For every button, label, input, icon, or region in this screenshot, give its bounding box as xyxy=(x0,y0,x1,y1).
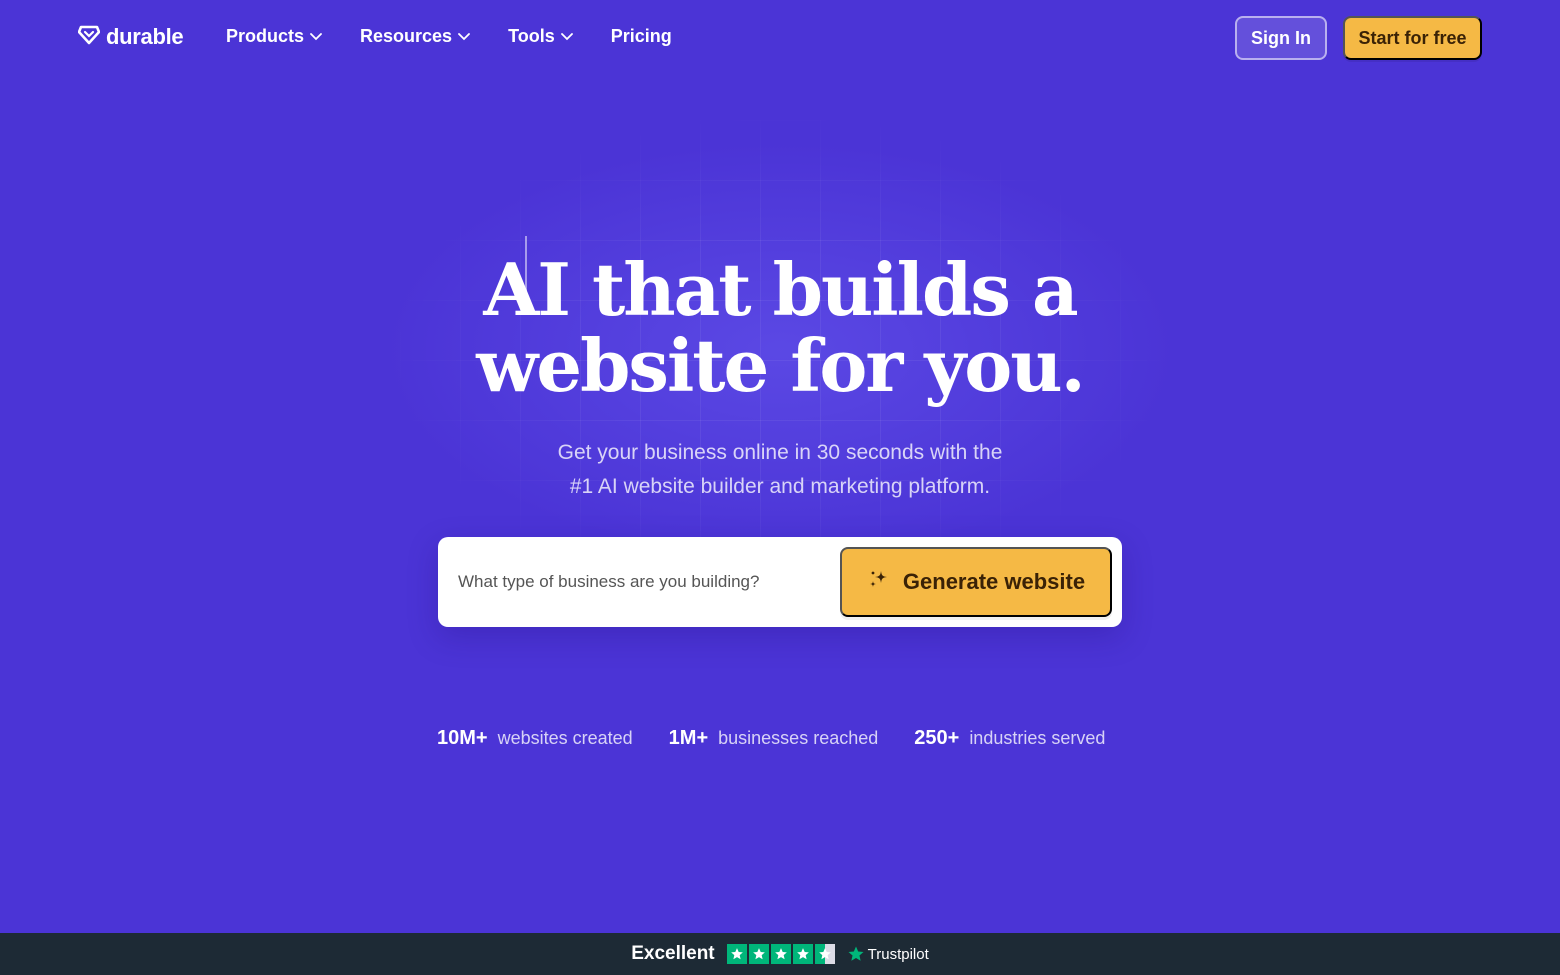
hero-subtitle: Get your business online in 30 seconds w… xyxy=(0,436,1560,504)
trustpilot-bar[interactable]: Excellent Trustpilot xyxy=(0,933,1560,975)
hero-subtitle-line1: Get your business online in 30 seconds w… xyxy=(557,441,1003,464)
stat-item: 1M+ businesses reached xyxy=(669,727,879,750)
generate-website-button[interactable]: Generate website xyxy=(840,547,1112,617)
hero-headline-line1: AI that builds a xyxy=(483,247,1078,332)
chevron-down-icon xyxy=(560,32,573,40)
hero-headline-line2: website for you. xyxy=(476,323,1085,408)
nav-item-label: Products xyxy=(226,26,305,46)
trustpilot-star-icon xyxy=(848,946,864,961)
trustpilot-brand: Trustpilot xyxy=(867,945,929,963)
nav-item-pricing[interactable]: Pricing xyxy=(611,26,672,47)
stat-label: industries served xyxy=(969,727,1106,748)
brand-name: durable xyxy=(106,24,184,49)
trustpilot-logo: Trustpilot xyxy=(847,945,929,963)
trustpilot-stars xyxy=(726,944,835,964)
hero-headline: AI that builds a website for you. xyxy=(0,252,1560,404)
top-nav: durable Products Resources Tools Pricing… xyxy=(0,0,1560,76)
stat-label: businesses reached xyxy=(718,727,879,748)
chevron-down-icon xyxy=(458,32,470,40)
business-type-input[interactable] xyxy=(458,562,828,602)
stat-number: 1M+ xyxy=(668,726,709,749)
stat-label: websites created xyxy=(497,727,633,748)
brand-logo[interactable]: durable xyxy=(77,24,184,50)
nav-item-tools[interactable]: Tools xyxy=(508,26,573,47)
star-icon xyxy=(726,944,747,964)
stat-number: 10M+ xyxy=(437,726,488,749)
diamond-heart-icon xyxy=(77,25,101,50)
nav-item-label: Resources xyxy=(360,26,453,46)
nav-item-label: Pricing xyxy=(610,26,672,46)
generate-website-label: Generate website xyxy=(902,569,1086,594)
start-for-free-button[interactable]: Start for free xyxy=(1343,16,1482,60)
nav-item-products[interactable]: Products xyxy=(226,26,322,47)
stats-row: 10M+ websites created 1M+ businesses rea… xyxy=(437,724,1141,752)
trustpilot-rating-text: Excellent xyxy=(631,943,715,964)
hero-subtitle-line2: #1 AI website builder and marketing plat… xyxy=(569,475,991,498)
stat-number: 250+ xyxy=(914,726,960,749)
nav-links: Products Resources Tools Pricing xyxy=(226,26,672,47)
star-icon xyxy=(792,944,813,964)
stat-item: 10M+ websites created xyxy=(437,727,633,750)
half-star-icon xyxy=(814,944,835,964)
business-search-box: Generate website xyxy=(438,537,1122,627)
nav-item-resources[interactable]: Resources xyxy=(360,26,470,47)
nav-item-label: Tools xyxy=(508,26,555,46)
sign-in-button[interactable]: Sign In xyxy=(1235,16,1327,60)
stat-item: 250+ industries served xyxy=(914,727,1105,750)
sparkle-icon xyxy=(867,567,891,597)
page: durable Products Resources Tools Pricing… xyxy=(0,0,1560,975)
star-icon xyxy=(770,944,791,964)
chevron-down-icon xyxy=(310,32,322,40)
star-icon xyxy=(748,944,769,964)
